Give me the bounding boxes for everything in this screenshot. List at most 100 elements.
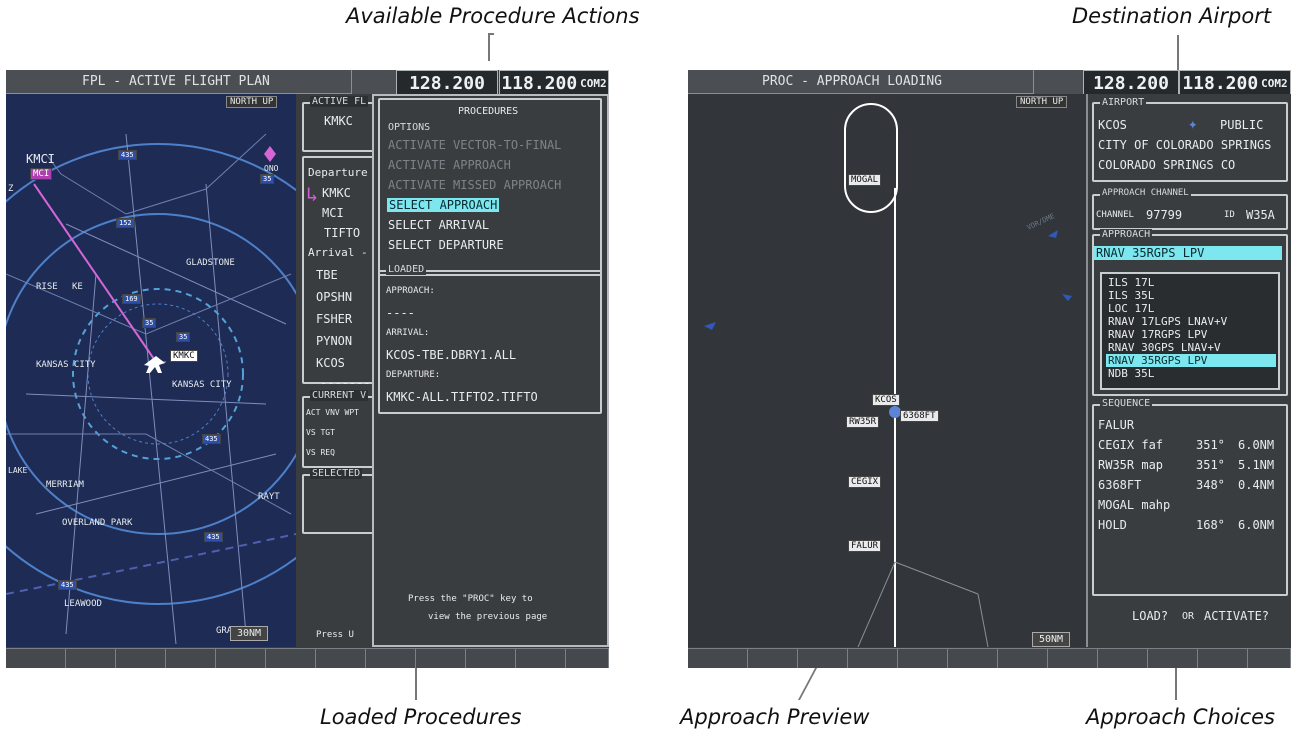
vs-required: VS REQ xyxy=(306,448,335,457)
approach-option[interactable]: NDB 35L xyxy=(1108,367,1154,380)
fpl-waypoint[interactable]: MCI xyxy=(322,206,344,220)
fix-label: 6368FT xyxy=(900,410,939,422)
softkey[interactable] xyxy=(6,648,66,668)
title-bar-seg xyxy=(1033,70,1083,94)
softkey[interactable] xyxy=(1198,648,1248,668)
interstate-shield-icon: 35 xyxy=(176,332,191,342)
airport-id[interactable]: KCOS xyxy=(1098,118,1127,132)
approach-option[interactable]: ILS 35L xyxy=(1108,289,1154,302)
interstate-shield-icon: 35 xyxy=(142,318,157,328)
softkey[interactable] xyxy=(216,648,266,668)
approach-option[interactable]: RNAV 17LGPS LNAV+V xyxy=(1108,315,1227,328)
loaded-header: LOADED xyxy=(386,264,427,275)
left-mfd-screen: FPL - ACTIVE FLIGHT PLAN 128.200 118.200… xyxy=(6,70,609,668)
fpl-waypoint[interactable]: PYNON xyxy=(316,334,352,348)
sequence-header: SEQUENCE xyxy=(1100,398,1153,409)
softkey[interactable] xyxy=(848,648,898,668)
softkey[interactable] xyxy=(948,648,998,668)
menu-select-departure[interactable]: SELECT DEPARTURE xyxy=(388,238,504,252)
fpl-waypoint[interactable]: TIFTO xyxy=(324,226,360,240)
fix-label: KCOS xyxy=(872,394,900,406)
softkey[interactable] xyxy=(1098,648,1148,668)
fpl-end-dashes: ------- xyxy=(320,376,371,390)
map-label: LAKE xyxy=(8,466,28,475)
active-freq[interactable]: 128.200 xyxy=(396,70,498,96)
approach-option[interactable]: LOC 17L xyxy=(1108,302,1154,315)
interstate-shield-icon: 435 xyxy=(118,150,137,160)
softkey[interactable] xyxy=(1148,648,1198,668)
softkey[interactable] xyxy=(798,648,848,668)
leader-line xyxy=(488,33,494,35)
page-title: PROC - APPROACH LOADING xyxy=(762,74,943,89)
softkey[interactable] xyxy=(416,648,466,668)
press-hint: Press U xyxy=(316,630,354,640)
current-vnv-header: CURRENT V xyxy=(310,390,369,401)
fpl-waypoint[interactable]: OPSHN xyxy=(316,290,352,304)
approach-option-selected[interactable]: RNAV 35RGPS LPV xyxy=(1106,354,1276,367)
fpl-waypoint[interactable]: TBE xyxy=(316,268,338,282)
softkey[interactable] xyxy=(688,648,748,668)
fix-label: MOGAL xyxy=(848,174,882,186)
softkey[interactable] xyxy=(166,648,216,668)
approach-selected[interactable]: RNAV 35RGPS LPV xyxy=(1094,246,1282,260)
softkey[interactable] xyxy=(316,648,366,668)
fpl-origin: KMKC xyxy=(324,114,353,128)
standby-freq[interactable]: 118.200 COM2 xyxy=(499,70,609,96)
softkey[interactable] xyxy=(66,648,116,668)
activate-button[interactable]: ACTIVATE? xyxy=(1204,609,1269,623)
active-freq[interactable]: 128.200 xyxy=(1083,70,1179,96)
airport-public-icon: ✦ xyxy=(1188,114,1198,133)
softkey[interactable] xyxy=(898,648,948,668)
softkey[interactable] xyxy=(566,648,609,668)
procedures-window: PROCEDURES OPTIONS ACTIVATE VECTOR-TO-FI… xyxy=(372,94,609,647)
seq-dist: 6.0NM xyxy=(1238,438,1275,452)
channel-label: CHANNEL xyxy=(1096,210,1134,220)
map-label: KANSAS CITY xyxy=(36,360,96,370)
or-text: OR xyxy=(1182,611,1195,622)
seq-dist: 6.0NM xyxy=(1238,518,1275,532)
channel-header: APPROACH CHANNEL xyxy=(1100,188,1191,198)
softkey[interactable] xyxy=(466,648,516,668)
approach-option[interactable]: ILS 17L xyxy=(1108,276,1154,289)
map-label: LEAWOOD xyxy=(64,599,102,609)
menu-activate-approach: ACTIVATE APPROACH xyxy=(388,158,511,172)
softkey[interactable] xyxy=(998,648,1048,668)
menu-select-arrival[interactable]: SELECT ARRIVAL xyxy=(388,218,489,232)
softkey[interactable] xyxy=(516,648,566,668)
navigation-map[interactable]: NORTH UP KMCI MCI RISE KE GLADSTONE KMKC… xyxy=(6,94,296,647)
preview-graphics xyxy=(704,103,1072,647)
loaded-departure-value: KMKC-ALL.TIFTO2.TIFTO xyxy=(386,390,538,404)
approach-option[interactable]: RNAV 17RGPS LPV xyxy=(1108,328,1207,341)
caption-available-actions: Available Procedure Actions xyxy=(346,4,640,28)
title-bar: PROC - APPROACH LOADING xyxy=(688,70,1083,94)
softkey[interactable] xyxy=(748,648,798,668)
fpl-waypoint[interactable]: FSHER xyxy=(316,312,352,326)
map-label: KE xyxy=(72,282,83,292)
map-range[interactable]: 50NM xyxy=(1032,632,1071,647)
approach-option[interactable]: RNAV 30GPS LNAV+V xyxy=(1108,341,1221,354)
approach-loading-panel: AIRPORT KCOS ✦ PUBLIC CITY OF COLORADO S… xyxy=(1086,94,1291,647)
leader-line xyxy=(488,33,490,61)
approach-header: APPROACH xyxy=(1100,229,1153,240)
fpl-waypoint[interactable]: KMKC xyxy=(322,186,351,200)
caption-destination-airport: Destination Airport xyxy=(1072,4,1272,28)
softkey[interactable] xyxy=(1248,648,1291,668)
menu-activate-vtf: ACTIVATE VECTOR-TO-FINAL xyxy=(388,138,562,152)
menu-select-approach[interactable]: SELECT APPROACH xyxy=(387,198,500,212)
map-label: OVERLAND PARK xyxy=(62,518,133,528)
fpl-waypoint[interactable]: KCOS xyxy=(316,356,345,370)
softkey[interactable] xyxy=(266,648,316,668)
map-range[interactable]: 30NM xyxy=(230,626,269,641)
seq-wpt: RW35R map xyxy=(1098,458,1164,472)
standby-freq[interactable]: 118.200 COM2 xyxy=(1179,70,1291,96)
seq-crs: 351° xyxy=(1196,458,1225,472)
load-button[interactable]: LOAD? xyxy=(1132,609,1168,623)
softkey[interactable] xyxy=(366,648,416,668)
fix-label: FALUR xyxy=(848,540,882,552)
menu-activate-missed: ACTIVATE MISSED APPROACH xyxy=(388,178,562,192)
approach-preview-map[interactable]: NORTH UP MOGAL KCOS RW35R 6368FT CEGIX F… xyxy=(688,94,1086,647)
softkey[interactable] xyxy=(116,648,166,668)
softkey[interactable] xyxy=(1048,648,1098,668)
page-title: FPL - ACTIVE FLIGHT PLAN xyxy=(82,74,270,89)
map-label: RAYT xyxy=(258,492,280,502)
